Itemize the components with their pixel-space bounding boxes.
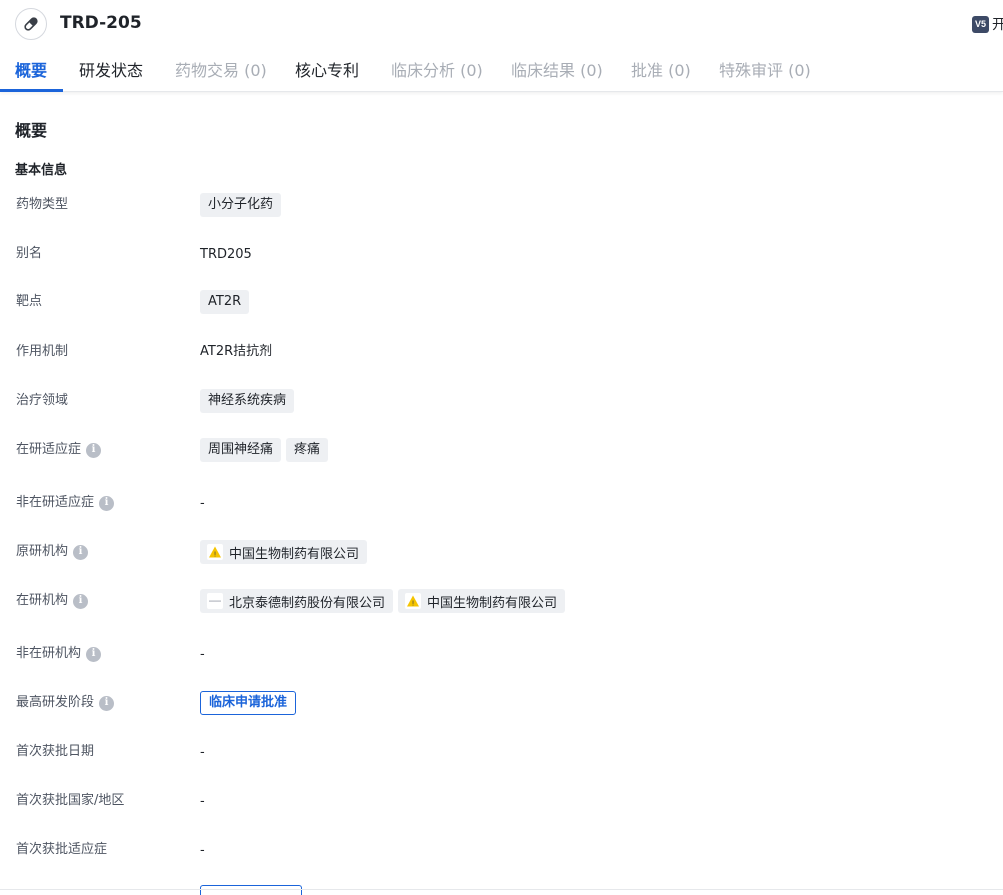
section-title: 概要 [15, 121, 48, 140]
indication-tag[interactable]: 周围神经痛 [200, 438, 282, 462]
row-label: 首次获批国家/地区 [16, 793, 125, 808]
org-tag[interactable]: 北京泰德制药股份有限公司 [200, 589, 394, 613]
empty-value: - [200, 842, 205, 858]
svg-text:!: ! [412, 600, 415, 608]
row-inactive-orgs: 非在研机构 i - [0, 639, 1003, 669]
therapeutic-area-tag[interactable]: 神经系统疾病 [200, 389, 295, 413]
tab-label: 临床结果 (0) [511, 61, 603, 80]
mechanism-value[interactable]: AT2R拮抗剂 [200, 340, 272, 359]
v5-badge: V5 [972, 15, 989, 33]
row-therapeutic-area: 治疗领域 神经系统疾病 [0, 386, 1003, 416]
info-icon[interactable]: i [99, 695, 115, 711]
active-tab-indicator [0, 89, 63, 92]
row-alias: 别名 TRD205 [0, 239, 1003, 269]
row-originator: 原研机构 i ! 中国生物制药有限公司 [0, 537, 1003, 567]
target-tag[interactable]: AT2R [200, 290, 250, 314]
page-title: TRD-205 [60, 13, 142, 33]
drug-type-tag[interactable]: 小分子化药 [200, 193, 282, 217]
row-label: 最高研发阶段 i [16, 688, 115, 718]
row-label: 治疗领域 [16, 393, 69, 408]
empty-value: - [200, 793, 205, 809]
tab-core-patents[interactable]: 核心专利 [295, 52, 359, 92]
tab-label: 研发状态 [79, 61, 144, 80]
tab-bar: 概要 研发状态 药物交易 (0) 核心专利 临床分析 (0) 临床结果 (0) … [0, 52, 1003, 92]
info-icon[interactable]: i [86, 646, 102, 662]
tab-overview[interactable]: 概要 [15, 52, 47, 92]
drug-header: TRD-205 V5 开 [0, 0, 1003, 50]
indication-tag[interactable]: 疼痛 [286, 438, 329, 462]
row-highest-phase: 最高研发阶段 i 临床申请批准 [0, 688, 1003, 718]
row-label: 首次获批日期 [16, 744, 95, 759]
org-tag[interactable]: ! 中国生物制药有限公司 [200, 540, 368, 564]
info-icon[interactable]: i [73, 544, 89, 560]
org-name: 北京泰德制药股份有限公司 [229, 595, 386, 611]
tab-rd-status[interactable]: 研发状态 [79, 52, 143, 92]
empty-value: - [200, 744, 205, 760]
row-label: 在研适应症 i [16, 435, 102, 465]
row-inactive-indications: 非在研适应症 i - [0, 488, 1003, 518]
v5-label: 开 [992, 17, 1003, 33]
tab-drug-deals[interactable]: 药物交易 (0) [175, 52, 267, 92]
tab-label: 核心专利 [295, 61, 360, 80]
row-target: 靶点 AT2R [0, 287, 1003, 317]
divider [0, 889, 1003, 890]
info-icon[interactable]: i [73, 593, 89, 609]
empty-value: - [200, 646, 205, 662]
row-label: 原研机构 i [16, 537, 89, 567]
basic-info-title: 基本信息 [15, 163, 68, 178]
row-drug-type: 药物类型 小分子化药 [0, 190, 1003, 220]
tab-label: 临床分析 (0) [391, 61, 483, 80]
info-icon[interactable]: i [99, 495, 115, 511]
tab-approval[interactable]: 批准 (0) [631, 52, 691, 92]
row-label: 靶点 [16, 294, 43, 309]
org-name: 中国生物制药有限公司 [229, 546, 360, 562]
tab-label: 特殊审评 (0) [719, 61, 811, 80]
pill-icon [15, 8, 47, 40]
row-label: 首次获批适应症 [16, 842, 108, 857]
dash-logo-icon [207, 593, 223, 609]
empty-value: - [200, 495, 205, 511]
row-first-approval-indication: 首次获批适应症 - [0, 835, 1003, 865]
row-label: 非在研适应症 i [16, 488, 115, 518]
org-name: 中国生物制药有限公司 [427, 595, 558, 611]
row-label: 药物类型 [16, 197, 69, 212]
warning-triangle-logo-icon: ! [207, 544, 223, 560]
tab-clinical-results[interactable]: 临床结果 (0) [511, 52, 603, 92]
row-label: 在研机构 i [16, 586, 89, 616]
row-label: 作用机制 [16, 344, 69, 359]
row-mechanism: 作用机制 AT2R拮抗剂 [0, 334, 1003, 364]
partial-tag-cutoff [200, 885, 302, 895]
row-active-indications: 在研适应症 i 周围神经痛 疼痛 [0, 435, 1003, 465]
tab-label: 批准 (0) [631, 61, 691, 80]
alias-value: TRD205 [200, 246, 252, 262]
tab-clinical-analysis[interactable]: 临床分析 (0) [391, 52, 483, 92]
phase-tag[interactable]: 临床申请批准 [200, 691, 297, 715]
v5-switch[interactable]: V5 开 [972, 14, 1003, 34]
tab-label: 概要 [15, 61, 48, 80]
row-active-orgs: 在研机构 i 北京泰德制药股份有限公司 ! 中国生物制药有限公司 [0, 586, 1003, 616]
row-first-approval-date: 首次获批日期 - [0, 737, 1003, 767]
row-label: 别名 [16, 246, 43, 261]
org-tag[interactable]: ! 中国生物制药有限公司 [398, 589, 566, 613]
warning-triangle-logo-icon: ! [405, 593, 422, 609]
row-label: 非在研机构 i [16, 639, 102, 669]
tab-special-review[interactable]: 特殊审评 (0) [719, 52, 811, 92]
row-first-approval-country: 首次获批国家/地区 - [0, 786, 1003, 816]
svg-text:!: ! [214, 551, 217, 559]
info-icon[interactable]: i [86, 442, 102, 458]
tab-label: 药物交易 (0) [175, 61, 267, 80]
